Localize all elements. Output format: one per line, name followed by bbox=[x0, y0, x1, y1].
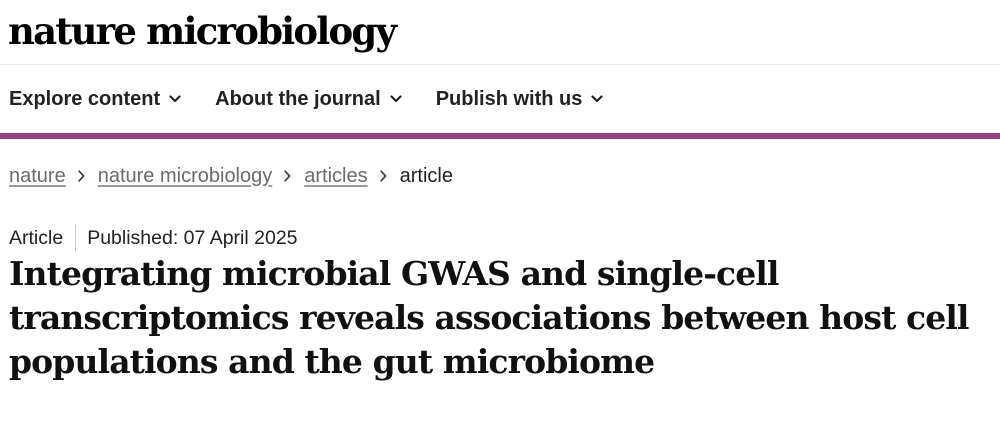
breadcrumb-nature-microbiology[interactable]: nature microbiology bbox=[98, 165, 273, 188]
chevron-down-icon bbox=[591, 95, 603, 103]
article-type: Article bbox=[9, 226, 64, 249]
nav-publish-with-us[interactable]: Publish with us bbox=[436, 88, 604, 111]
breadcrumb-current-article: article bbox=[399, 164, 453, 187]
article-meta: Article Published: 07 April 2025 bbox=[0, 225, 1000, 251]
meta-divider bbox=[75, 225, 77, 251]
journal-logo[interactable]: nature microbiology bbox=[8, 6, 397, 56]
breadcrumb-nature[interactable]: nature bbox=[9, 165, 66, 188]
article-title: Integrating microbial GWAS and single-ce… bbox=[9, 254, 969, 381]
published-date: Published: 07 April 2025 bbox=[87, 226, 298, 249]
chevron-right-icon bbox=[379, 170, 387, 182]
chevron-right-icon bbox=[78, 170, 85, 182]
chevron-right-icon bbox=[284, 170, 291, 182]
chevron-down-icon bbox=[169, 95, 181, 103]
masthead: nature microbiology bbox=[0, 0, 1000, 65]
accent-divider bbox=[0, 133, 1000, 139]
breadcrumb: nature nature microbiology articles arti… bbox=[0, 157, 1000, 195]
page: nature microbiology Explore content Abou… bbox=[0, 0, 1000, 425]
nav-publish-with-us-label: Publish with us bbox=[435, 87, 583, 110]
nav-explore-content-label: Explore content bbox=[9, 87, 161, 110]
main-nav: Explore content About the journal Publis… bbox=[0, 65, 1000, 133]
nav-about-the-journal-label: About the journal bbox=[215, 87, 381, 110]
nav-about-the-journal[interactable]: About the journal bbox=[215, 88, 402, 111]
chevron-down-icon bbox=[390, 95, 402, 103]
breadcrumb-articles[interactable]: articles bbox=[304, 165, 367, 188]
nav-explore-content[interactable]: Explore content bbox=[9, 88, 181, 111]
